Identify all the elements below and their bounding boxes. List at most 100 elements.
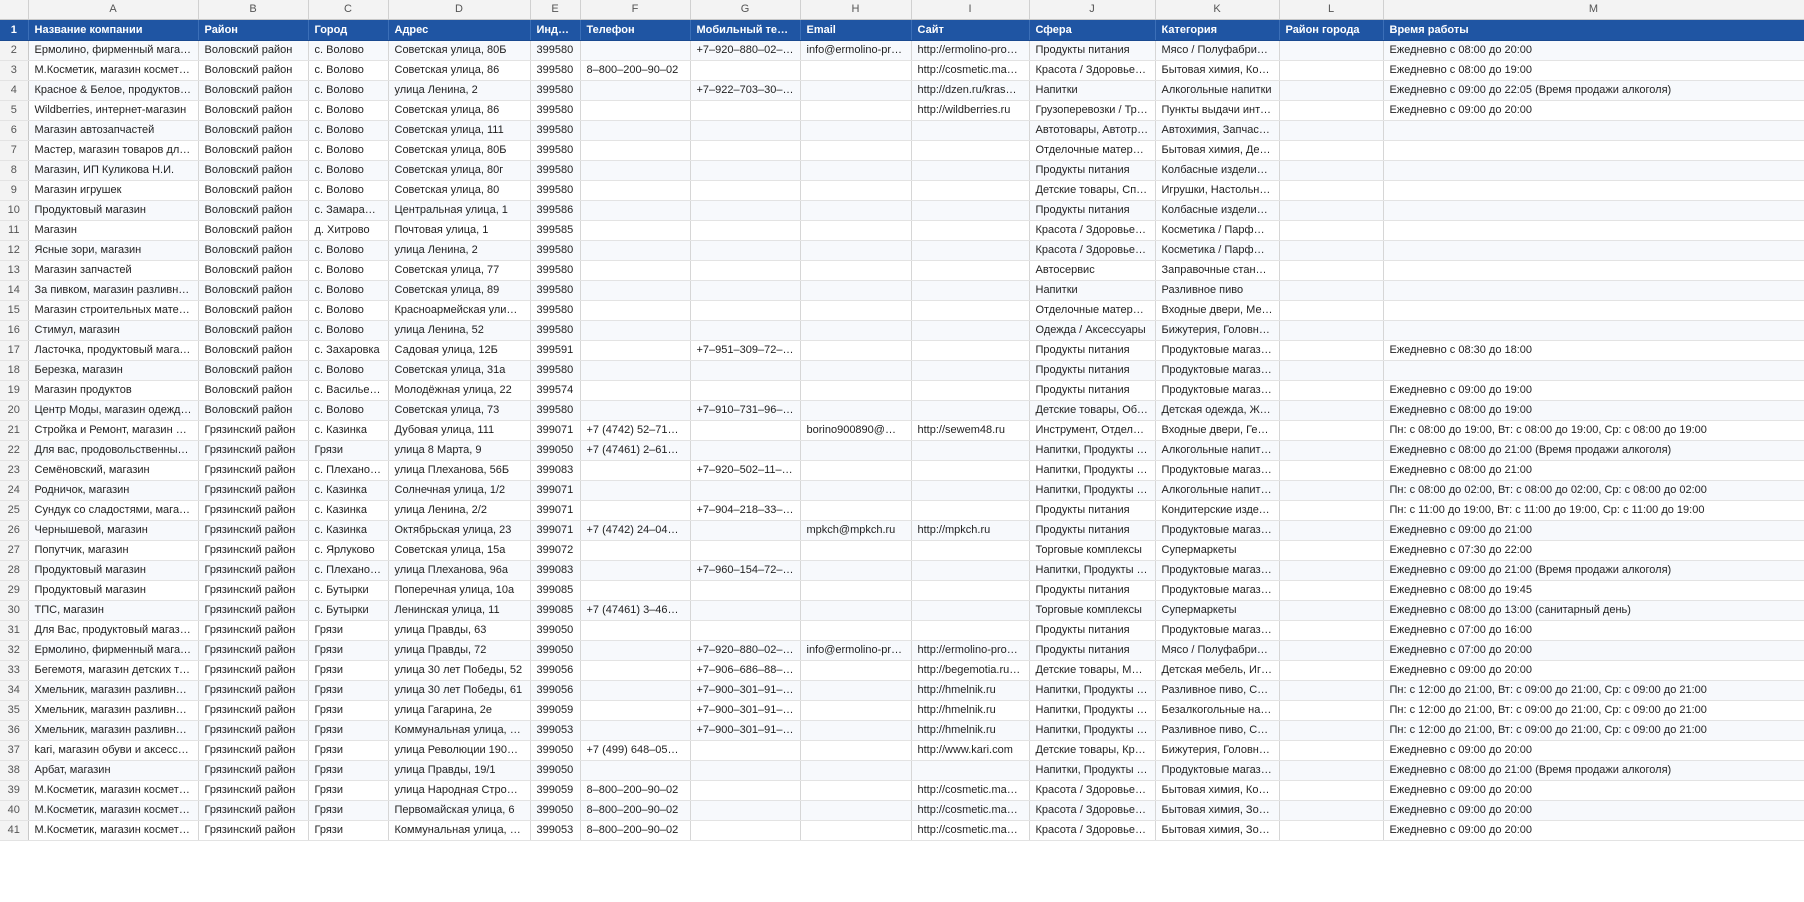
cell[interactable]: Грязинский район	[198, 420, 309, 441]
cell[interactable]	[800, 740, 912, 761]
cell[interactable]	[690, 180, 801, 201]
row-number[interactable]: 1	[0, 19, 29, 41]
cell[interactable]	[1279, 440, 1384, 461]
cell[interactable]: info@ermolino-produkty.ru	[800, 40, 912, 61]
cell[interactable]: 399071	[530, 480, 581, 501]
cell[interactable]: с. Волово	[308, 180, 389, 201]
cell[interactable]	[800, 500, 912, 521]
cell[interactable]: 399580	[530, 80, 581, 101]
row-number[interactable]: 9	[0, 180, 29, 201]
cell[interactable]: Воловский район	[198, 220, 309, 241]
cell[interactable]	[800, 760, 912, 781]
cell[interactable]: Колбасные изделия, Кондитерские изделия	[1155, 160, 1280, 181]
cell[interactable]: с. Плеханово	[308, 460, 389, 481]
cell[interactable]	[1279, 200, 1384, 221]
cell[interactable]: Магазин	[28, 220, 199, 241]
cell[interactable]	[690, 740, 801, 761]
cell[interactable]: улица Ленина, 2/2	[388, 500, 531, 521]
cell[interactable]: Напитки, Продукты питания	[1029, 460, 1156, 481]
cell[interactable]: Центральная улица, 1	[388, 200, 531, 221]
row-number[interactable]: 30	[0, 600, 29, 621]
row-number[interactable]: 33	[0, 660, 29, 681]
cell[interactable]: с. Волово	[308, 40, 389, 61]
cell[interactable]: Напитки	[1029, 280, 1156, 301]
cell[interactable]: http://sewem48.ru	[911, 420, 1030, 441]
cell[interactable]: Ежедневно с 08:00 до 21:00	[1383, 460, 1804, 481]
cell[interactable]: Ежедневно с 09:00 до 20:00	[1383, 740, 1804, 761]
cell[interactable]: с. Казинка	[308, 420, 389, 441]
cell[interactable]: 399591	[530, 340, 581, 361]
cell[interactable]: Ласточка, продуктовый магазин	[28, 340, 199, 361]
cell[interactable]: Грязинский район	[198, 820, 309, 841]
row-number[interactable]: 34	[0, 680, 29, 701]
cell[interactable]	[911, 620, 1030, 641]
cell[interactable]: Автотовары, Автотранспорт	[1029, 120, 1156, 141]
cell[interactable]: 399059	[530, 700, 581, 721]
cell[interactable]: Воловский район	[198, 360, 309, 381]
cell[interactable]: с. Замарайка	[308, 200, 389, 221]
cell[interactable]: Детские товары, Красота / Здоровье	[1029, 740, 1156, 761]
cell[interactable]: Советская улица, 80г	[388, 160, 531, 181]
cell[interactable]: http://cosmetic.magnit.ru, http://magnit…	[911, 800, 1030, 821]
cell[interactable]: Одежда / Аксессуары	[1029, 320, 1156, 341]
cell[interactable]: Советская улица, 80Б	[388, 40, 531, 61]
cell[interactable]: Продукты питания	[1029, 640, 1156, 661]
cell[interactable]	[911, 760, 1030, 781]
cell[interactable]: 399580	[530, 400, 581, 421]
cell[interactable]	[800, 120, 912, 141]
cell[interactable]: с. Бутырки	[308, 580, 389, 601]
row-number[interactable]: 35	[0, 700, 29, 721]
cell[interactable]	[1279, 780, 1384, 801]
cell[interactable]: с. Захаровка	[308, 340, 389, 361]
cell[interactable]: Ежедневно с 08:00 до 21:00 (Время продаж…	[1383, 440, 1804, 461]
cell[interactable]	[690, 440, 801, 461]
cell[interactable]: 399050	[530, 760, 581, 781]
cell[interactable]	[1279, 480, 1384, 501]
cell[interactable]	[1279, 420, 1384, 441]
cell[interactable]	[800, 820, 912, 841]
cell[interactable]: Советская улица, 73	[388, 400, 531, 421]
cell[interactable]	[580, 460, 691, 481]
cell[interactable]: улица Плеханова, 96а	[388, 560, 531, 581]
cell[interactable]: Торговые комплексы	[1029, 540, 1156, 561]
cell[interactable]	[1383, 320, 1804, 341]
cell[interactable]: +7‒960‒154‒72‒19	[690, 560, 801, 581]
cell[interactable]	[580, 280, 691, 301]
cell[interactable]: Бижутерия, Головные / шейные уборы	[1155, 320, 1280, 341]
cell[interactable]: Грузоперевозки / Транспорт	[1029, 100, 1156, 121]
cell[interactable]	[690, 120, 801, 141]
cell[interactable]	[580, 580, 691, 601]
cell[interactable]: Березка, магазин	[28, 360, 199, 381]
cell[interactable]: Отделочные материалы, Сантехника	[1029, 140, 1156, 161]
cell[interactable]: Грязи	[308, 680, 389, 701]
cell[interactable]	[690, 760, 801, 781]
cell[interactable]	[690, 420, 801, 441]
cell[interactable]	[580, 720, 691, 741]
cell[interactable]	[1279, 520, 1384, 541]
cell[interactable]: 399580	[530, 180, 581, 201]
cell[interactable]	[580, 620, 691, 641]
cell[interactable]: с. Бутырки	[308, 600, 389, 621]
cell[interactable]: http://wildberries.ru	[911, 100, 1030, 121]
cell[interactable]: 399071	[530, 420, 581, 441]
cell[interactable]: Ежедневно с 09:00 до 19:00	[1383, 380, 1804, 401]
cell[interactable]	[800, 200, 912, 221]
row-number[interactable]: 20	[0, 400, 29, 421]
cell[interactable]: Воловский район	[198, 280, 309, 301]
row-number[interactable]: 11	[0, 220, 29, 241]
cell[interactable]: Грязинский район	[198, 740, 309, 761]
cell[interactable]	[911, 440, 1030, 461]
cell[interactable]: Ежедневно с 08:00 до 13:00 (санитарный д…	[1383, 600, 1804, 621]
cell[interactable]: Грязи	[308, 780, 389, 801]
cell[interactable]: с. Казинка	[308, 480, 389, 501]
cell[interactable]: 8‒800‒200‒90‒02	[580, 820, 691, 841]
cell[interactable]	[1279, 380, 1384, 401]
cell[interactable]	[800, 460, 912, 481]
cell[interactable]	[690, 800, 801, 821]
cell[interactable]: Ежедневно с 09:00 до 20:00	[1383, 800, 1804, 821]
cell[interactable]	[1279, 640, 1384, 661]
cell[interactable]	[580, 360, 691, 381]
cell[interactable]: Коммунальная улица, 11/5	[388, 720, 531, 741]
cell[interactable]: Wildberries, интернет-магазин	[28, 100, 199, 121]
cell[interactable]: Грязинский район	[198, 540, 309, 561]
